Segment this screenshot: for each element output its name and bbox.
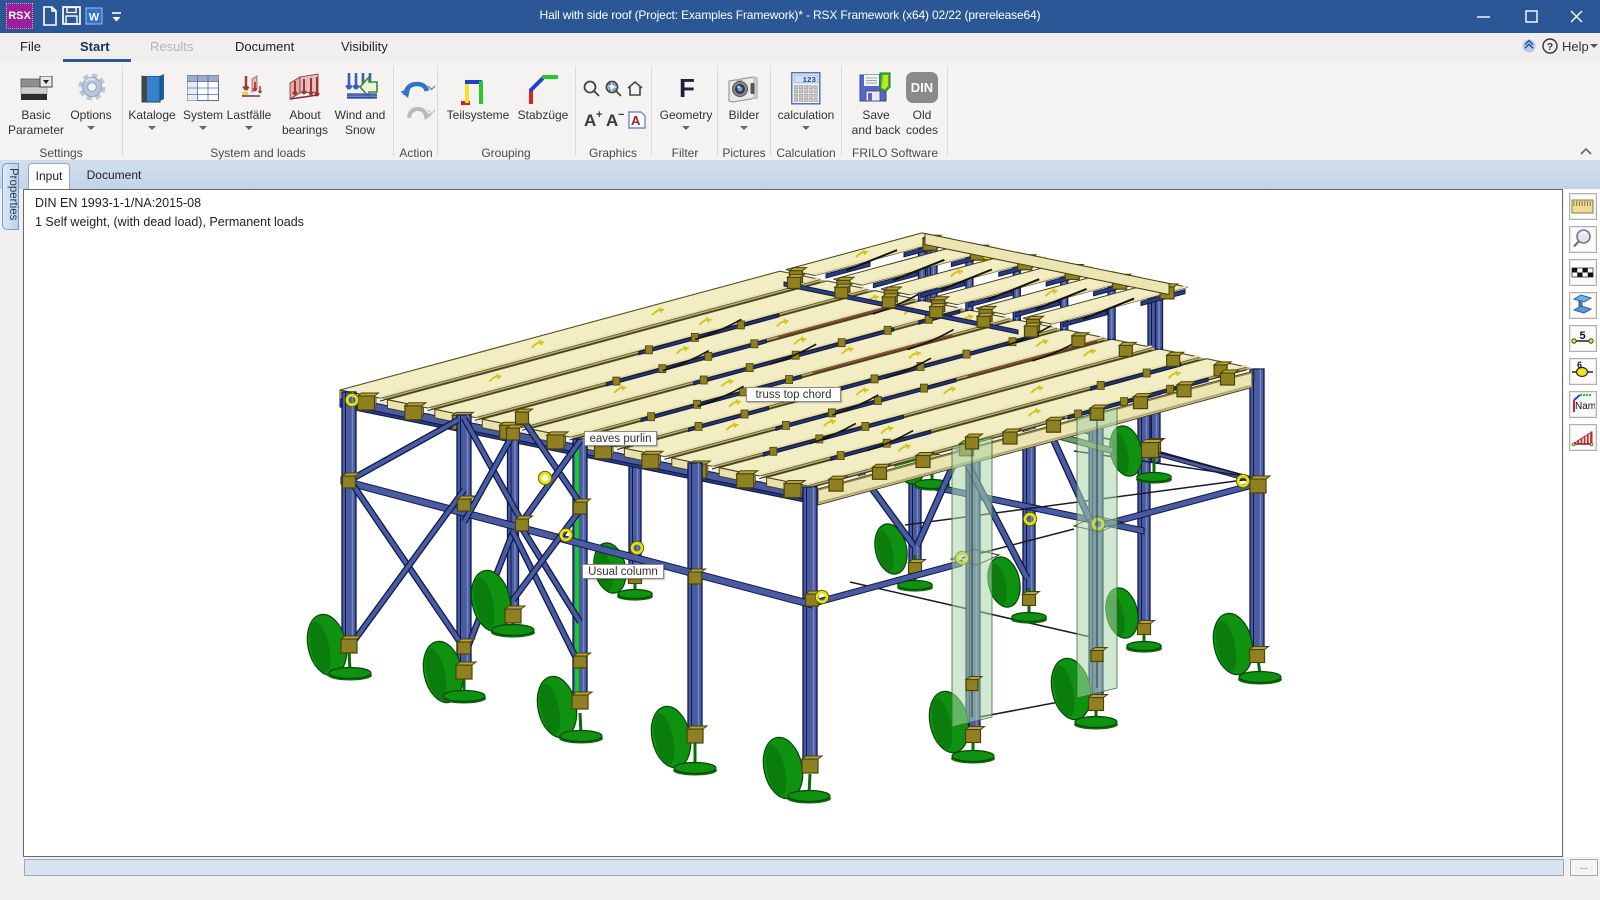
- svg-text:6: 6: [1577, 360, 1582, 370]
- svg-text:Name: Name: [1575, 401, 1595, 412]
- svg-text:5: 5: [1579, 330, 1585, 342]
- svg-text:123: 123: [802, 77, 816, 85]
- svg-text:A: A: [584, 111, 596, 130]
- svg-text:+: +: [596, 109, 602, 121]
- svg-text:?: ?: [1547, 41, 1553, 53]
- svg-text:A: A: [606, 111, 618, 130]
